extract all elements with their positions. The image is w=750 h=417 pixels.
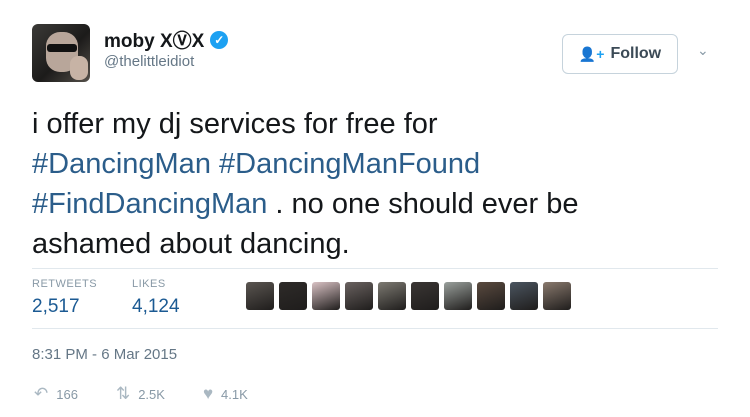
liker-avatar[interactable] [444, 282, 472, 310]
follow-label: Follow [610, 45, 662, 62]
likes-stat[interactable]: LIKES 4,124 [132, 278, 180, 318]
retweets-label: RETWEETS [32, 278, 98, 290]
liker-avatar[interactable] [312, 282, 340, 310]
liker-avatar[interactable] [411, 282, 439, 310]
follow-button[interactable]: 👤+ Follow [562, 34, 678, 74]
reply-button[interactable]: ↶ 166 [34, 384, 78, 404]
likes-value: 4,124 [132, 296, 180, 317]
tweet-line-3: #FindDancingMan . no one should ever be [32, 184, 722, 224]
liker-avatar[interactable] [378, 282, 406, 310]
tweet-line-1: i offer my dj services for free for [32, 108, 438, 140]
hashtag-finddancingman[interactable]: #FindDancingMan [32, 188, 267, 220]
avatar-glasses [47, 44, 77, 52]
liker-avatar[interactable] [477, 282, 505, 310]
liker-avatar[interactable] [510, 282, 538, 310]
retweets-stat[interactable]: RETWEETS 2,517 [32, 278, 97, 318]
liker-avatar[interactable] [279, 282, 307, 310]
verified-badge-icon: ✓ [210, 30, 229, 49]
reply-icon: ↶ [34, 384, 49, 403]
retweet-button[interactable]: ⇅ 2.5K [116, 384, 165, 404]
heart-icon: ♥ [202, 384, 214, 403]
reply-count: 166 [56, 386, 78, 402]
like-count: 4.1K [221, 386, 248, 402]
tweet-actions: ↶ 166 ⇅ 2.5K ♥ 4.1K [34, 384, 248, 404]
liker-avatar[interactable] [543, 282, 571, 310]
tweet-line-4: ashamed about dancing. [32, 228, 350, 260]
liker-avatars [246, 282, 571, 310]
tweet-text: i offer my dj services for free for #Dan… [32, 104, 722, 264]
divider-bottom [32, 328, 718, 329]
hashtag-dancingmanfound[interactable]: #DancingManFound [219, 148, 480, 180]
display-name[interactable]: moby XⓋX [104, 26, 204, 53]
liker-avatar[interactable] [345, 282, 373, 310]
tweet-line-3-text: . no one should ever be [267, 188, 579, 220]
tweet-timestamp[interactable]: 8:31 PM - 6 Mar 2015 [32, 346, 177, 363]
avatar-hand [70, 56, 88, 80]
hashtag-dancingman[interactable]: #DancingMan [32, 148, 211, 180]
like-button[interactable]: ♥ 4.1K [203, 384, 248, 404]
chevron-down-icon[interactable]: ⌄ [697, 42, 709, 59]
retweet-icon: ⇅ [115, 384, 131, 403]
user-handle[interactable]: @thelittleidiot [104, 53, 194, 70]
tweet-line-2: #DancingMan #DancingManFound [32, 144, 722, 184]
liker-avatar[interactable] [246, 282, 274, 310]
retweets-value: 2,517 [32, 296, 80, 317]
retweet-count: 2.5K [138, 386, 165, 402]
likes-label: LIKES [132, 278, 166, 290]
add-person-icon: 👤+ [578, 45, 605, 62]
profile-avatar[interactable] [32, 24, 90, 82]
divider-top [32, 268, 718, 269]
user-name-row: moby XⓋX ✓ [104, 26, 229, 53]
